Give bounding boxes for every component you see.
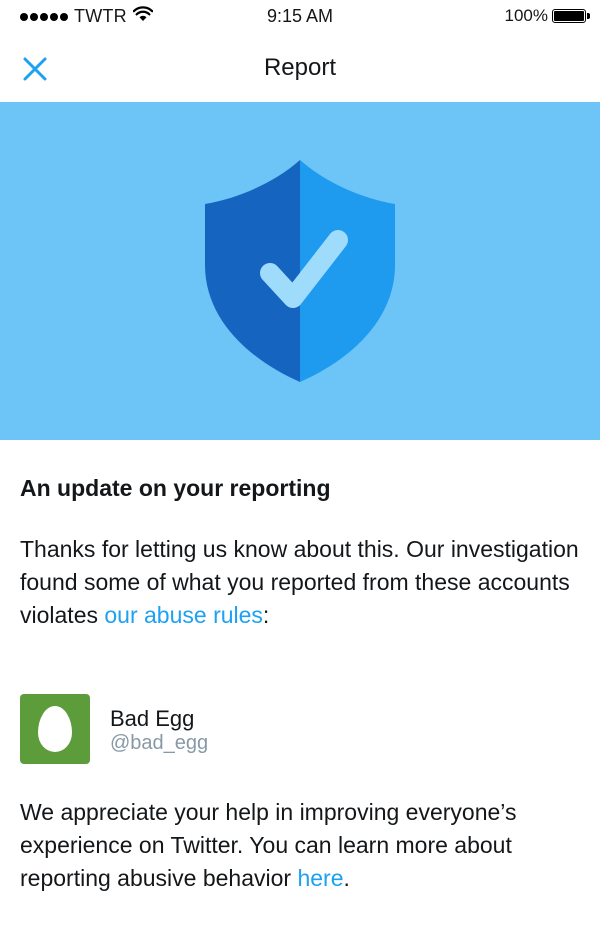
account-handle: @bad_egg	[110, 732, 209, 754]
update-message: Thanks for letting us know about this. O…	[20, 533, 580, 632]
account-name: Bad Egg	[110, 706, 195, 731]
battery-icon	[552, 9, 590, 23]
appreciation-message-end: .	[343, 865, 350, 891]
nav-bar: Report	[0, 34, 600, 102]
appreciation-message-text: We appreciate your help in improving eve…	[20, 799, 517, 891]
update-message-end: :	[262, 602, 270, 628]
page-title: Report	[263, 54, 337, 81]
reported-account[interactable]: Bad Egg @bad_egg	[20, 694, 580, 766]
update-heading: An update on your reporting	[20, 475, 331, 501]
hero-banner	[0, 102, 600, 440]
shield-check-icon	[205, 160, 395, 385]
appreciation-message: We appreciate your help in improving eve…	[20, 796, 580, 895]
egg-icon	[38, 706, 72, 752]
status-bar: TWTR 9:15 AM 100%	[0, 0, 600, 34]
learn-more-link[interactable]: here	[297, 865, 343, 891]
abuse-rules-link[interactable]: our abuse rules	[104, 602, 263, 628]
battery-status: 100%	[504, 6, 590, 26]
avatar	[20, 694, 90, 764]
battery-percent: 100%	[504, 6, 548, 25]
